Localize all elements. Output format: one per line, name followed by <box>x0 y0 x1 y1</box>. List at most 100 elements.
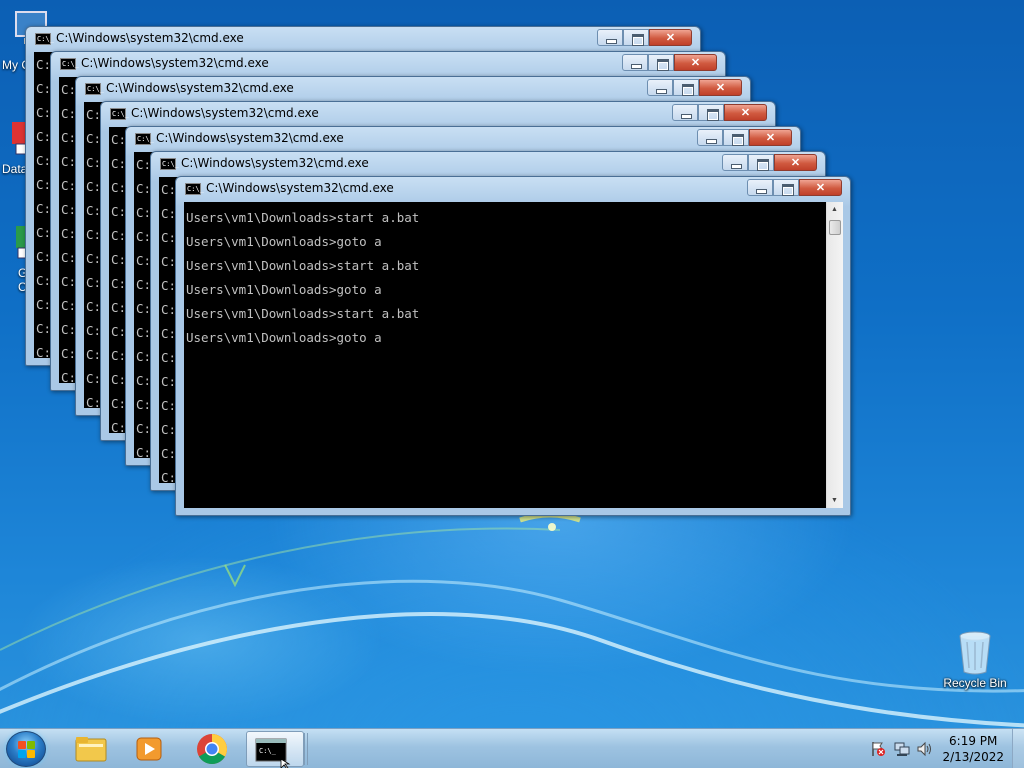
close-button[interactable] <box>699 79 742 96</box>
console-line: C: <box>161 326 177 341</box>
command-prompt-icon: C:\_ <box>255 738 291 768</box>
window-titlebar[interactable]: C:\_ C:\Windows\system32\cmd.exe <box>26 27 700 51</box>
console-line: C: <box>111 348 127 363</box>
console-line: C: <box>111 204 127 219</box>
start-button[interactable] <box>6 731 46 767</box>
console-line: C: <box>86 179 102 194</box>
window-title: C:\Windows\system32\cmd.exe <box>206 181 394 195</box>
network-icon[interactable] <box>894 741 910 757</box>
minimize-button[interactable] <box>722 154 748 171</box>
cmd-window-icon[interactable]: C:\_ <box>135 133 154 145</box>
console-line: C: <box>86 131 102 146</box>
console-line: C: <box>61 346 77 361</box>
console-line: C: <box>136 181 152 196</box>
scroll-up-arrow-icon[interactable]: ▲ <box>831 206 838 213</box>
console-line: C: <box>61 178 77 193</box>
console-line: C: <box>36 273 52 288</box>
system-tray: 6:19 PM 2/13/2022 <box>864 729 1024 768</box>
maximize-button[interactable] <box>773 179 799 196</box>
svg-text:C:\_: C:\_ <box>259 747 277 755</box>
taskbar-cmd-button[interactable]: C:\_ <box>246 731 304 768</box>
console-line: C: <box>86 347 102 362</box>
window-titlebar[interactable]: C:\_ C:\Windows\system32\cmd.exe <box>101 102 775 126</box>
chrome-icon <box>197 734 227 765</box>
console-line: C: <box>86 371 102 386</box>
cmd-window-icon[interactable]: C:\_ <box>160 158 179 170</box>
media-player-icon <box>136 737 162 761</box>
console-line: C: <box>61 322 77 337</box>
window-controls <box>697 129 792 146</box>
console-line: C: <box>136 325 152 340</box>
console-line: C: <box>136 253 152 268</box>
console-line: C: <box>161 302 177 317</box>
console-line: C: <box>36 153 52 168</box>
console-line: C: <box>61 82 77 97</box>
clock-time: 6:19 PM <box>949 734 998 748</box>
vertical-scrollbar[interactable]: ▲▼ <box>826 202 843 508</box>
close-button[interactable] <box>799 179 842 196</box>
console-line: C: <box>36 345 52 358</box>
maximize-button[interactable] <box>623 29 649 46</box>
console-line: C: <box>161 254 177 269</box>
console-line: C: <box>86 395 102 408</box>
cmd-window-icon[interactable]: C:\_ <box>85 83 104 95</box>
minimize-button[interactable] <box>597 29 623 46</box>
window-titlebar[interactable]: C:\_ C:\Windows\system32\cmd.exe <box>176 177 850 201</box>
scroll-down-arrow-icon[interactable]: ▼ <box>831 497 838 504</box>
window-title: C:\Windows\system32\cmd.exe <box>106 81 294 95</box>
console-line: C: <box>136 373 152 388</box>
console-line: Users\vm1\Downloads>start a.bat <box>186 210 420 225</box>
close-button[interactable] <box>749 129 792 146</box>
window-title: C:\Windows\system32\cmd.exe <box>81 56 269 70</box>
taskbar-media-player-button[interactable] <box>120 731 178 767</box>
maximize-button[interactable] <box>698 104 724 121</box>
action-center-flag-icon[interactable] <box>870 741 886 757</box>
close-button[interactable] <box>649 29 692 46</box>
maximize-button[interactable] <box>648 54 674 71</box>
console-line: C: <box>136 301 152 316</box>
cmd-window-icon[interactable]: C:\_ <box>60 58 79 70</box>
close-button[interactable] <box>674 54 717 71</box>
minimize-button[interactable] <box>622 54 648 71</box>
console-line: C: <box>111 252 127 267</box>
minimize-button[interactable] <box>747 179 773 196</box>
minimize-button[interactable] <box>647 79 673 96</box>
recycle-bin-icon[interactable]: Recycle Bin <box>940 630 1010 690</box>
console-line: C: <box>61 226 77 241</box>
window-titlebar[interactable]: C:\_ C:\Windows\system32\cmd.exe <box>76 77 750 101</box>
taskbar-explorer-button[interactable] <box>62 731 120 767</box>
maximize-button[interactable] <box>723 129 749 146</box>
console-line: C: <box>111 300 127 315</box>
console-line: C: <box>161 230 177 245</box>
minimize-button[interactable] <box>672 104 698 121</box>
taskbar-stack-edge <box>304 733 308 765</box>
maximize-button[interactable] <box>673 79 699 96</box>
window-titlebar[interactable]: C:\_ C:\Windows\system32\cmd.exe <box>51 52 725 76</box>
close-button[interactable] <box>774 154 817 171</box>
close-button[interactable] <box>724 104 767 121</box>
console-line: C: <box>61 370 77 383</box>
show-desktop-button[interactable] <box>1012 729 1024 768</box>
cmd-window[interactable]: C:\_C:\Windows\system32\cmd.exeUsers\vm1… <box>175 176 851 516</box>
console-line: Users\vm1\Downloads>goto a <box>186 234 382 249</box>
cmd-window-icon[interactable]: C:\_ <box>110 108 129 120</box>
console-line: C: <box>36 201 52 216</box>
console-line: C: <box>111 420 127 433</box>
console-output[interactable]: Users\vm1\Downloads>start a.bat Users\vm1… <box>184 202 826 508</box>
console-line: Users\vm1\Downloads>goto a <box>186 330 382 345</box>
window-controls <box>747 179 842 196</box>
clock[interactable]: 6:19 PM 2/13/2022 <box>942 733 1004 765</box>
taskbar-chrome-button[interactable] <box>183 731 241 767</box>
maximize-button[interactable] <box>748 154 774 171</box>
cmd-window-icon[interactable]: C:\_ <box>185 183 204 195</box>
window-controls <box>622 54 717 71</box>
taskbar: C:\_ 6:19 PM 2/13/2022 <box>0 728 1024 768</box>
console-line: C: <box>36 297 52 312</box>
window-titlebar[interactable]: C:\_ C:\Windows\system32\cmd.exe <box>151 152 825 176</box>
window-title: C:\Windows\system32\cmd.exe <box>156 131 344 145</box>
cmd-window-icon[interactable]: C:\_ <box>35 33 54 45</box>
volume-icon[interactable] <box>916 741 932 757</box>
window-titlebar[interactable]: C:\_ C:\Windows\system32\cmd.exe <box>126 127 800 151</box>
scroll-thumb[interactable] <box>829 220 841 235</box>
minimize-button[interactable] <box>697 129 723 146</box>
